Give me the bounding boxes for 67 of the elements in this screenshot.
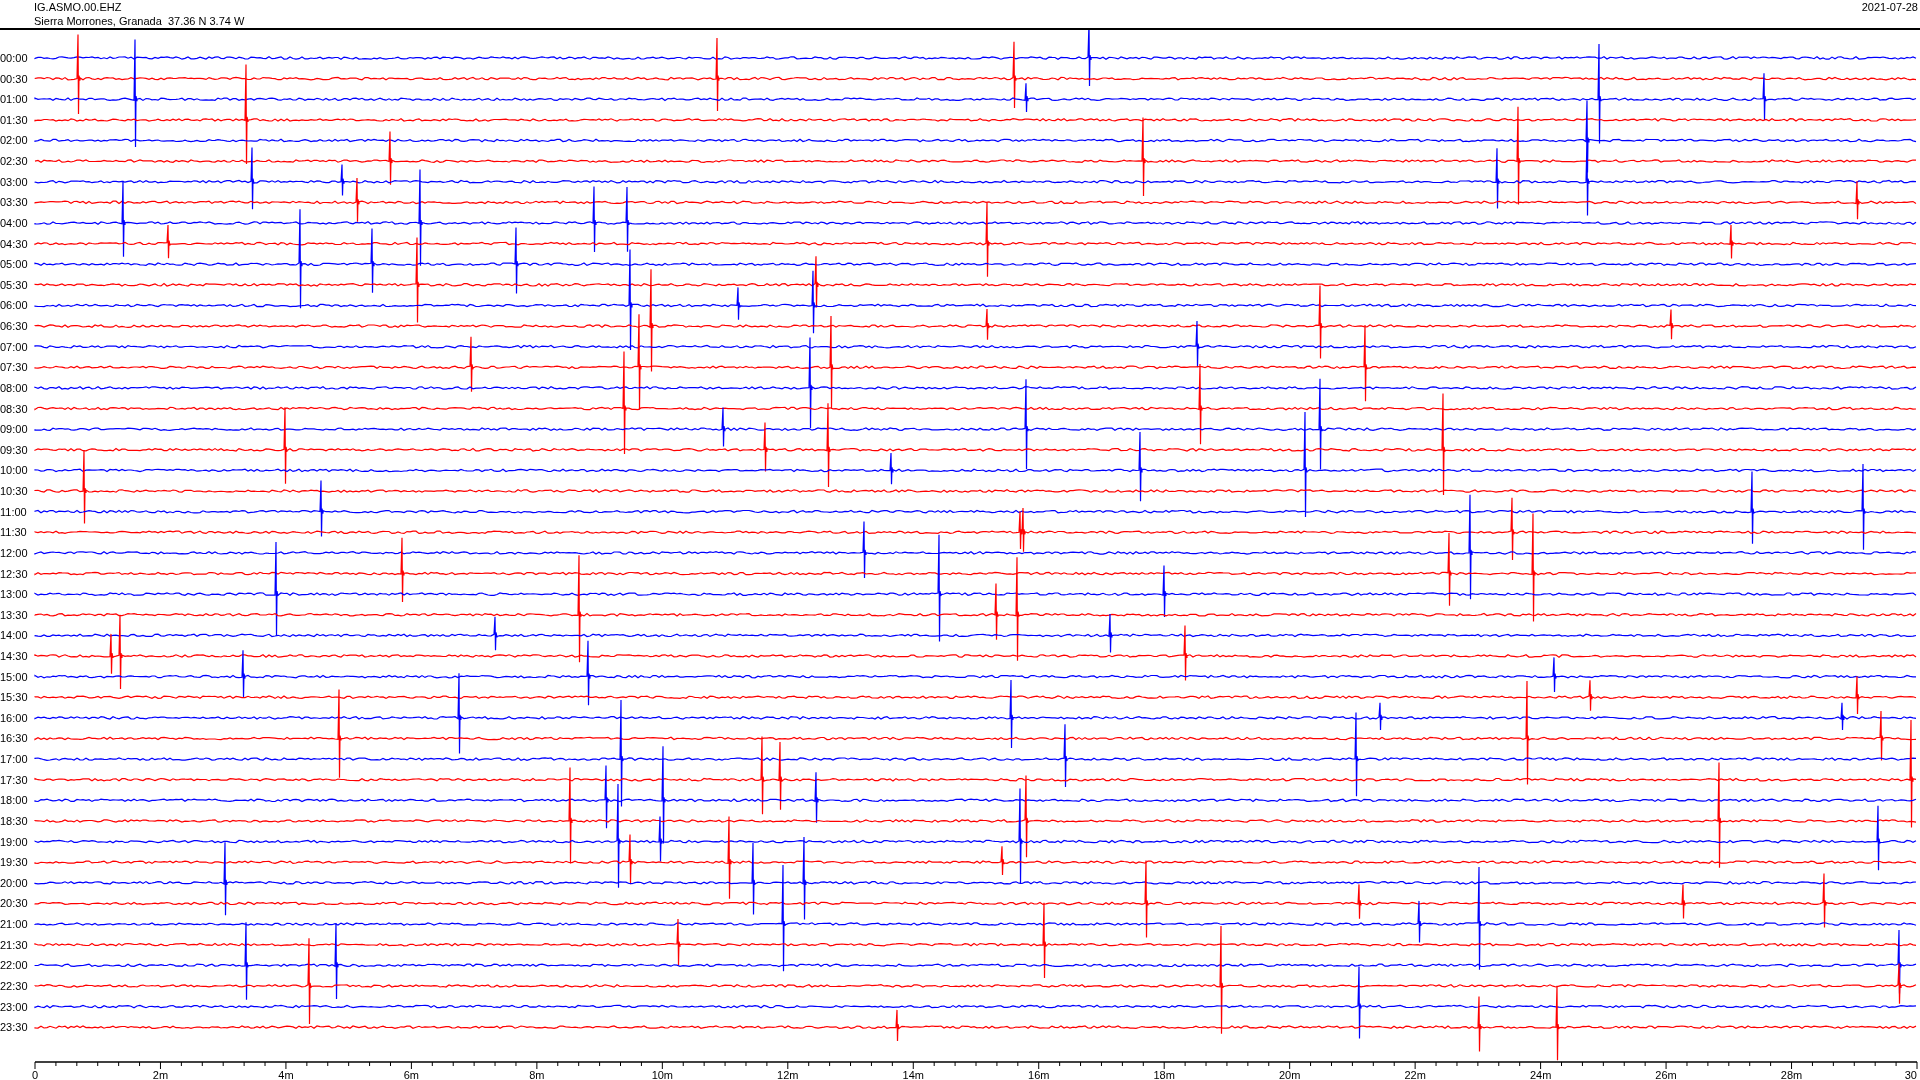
row-time-label: 09:30: [0, 443, 28, 456]
row-time-label: 18:00: [0, 794, 28, 807]
row-time-label: 17:30: [0, 773, 28, 786]
row-time-label: 00:30: [0, 72, 28, 85]
row-time-label: 15:00: [0, 670, 28, 683]
x-axis-label: 10m: [651, 1069, 674, 1080]
row-time-label: 07:30: [0, 361, 28, 374]
row-time-label: 19:30: [0, 856, 28, 869]
row-time-label: 13:30: [0, 608, 28, 621]
x-axis-label: 12m: [777, 1069, 799, 1080]
row-time-label: 21:00: [0, 918, 28, 931]
row-time-label: 05:00: [0, 258, 28, 271]
plot-date: 2021-07-28: [1861, 0, 1918, 14]
x-axis-label: 0: [31, 1069, 39, 1080]
row-time-label: 03:00: [0, 175, 28, 188]
row-time-label: 06:30: [0, 320, 28, 333]
row-time-label: 04:00: [0, 216, 28, 229]
row-time-label: 09:00: [0, 423, 28, 436]
row-time-label: 14:00: [0, 629, 28, 642]
row-time-label: 10:30: [0, 485, 28, 497]
row-time-label: 10:00: [0, 464, 28, 477]
row-time-label: 23:30: [0, 1021, 28, 1034]
row-time-label: 20:30: [0, 897, 28, 910]
row-time-label: 17:00: [0, 753, 28, 766]
row-time-label: 19:00: [0, 835, 28, 848]
row-time-label: 12:00: [0, 546, 28, 559]
row-time-label: 11:00: [0, 505, 27, 518]
row-time-label: 05:30: [0, 278, 28, 291]
x-axis-label: 30: [1904, 1069, 1917, 1080]
row-time-label: 08:00: [0, 381, 28, 394]
x-axis-label: 18m: [1153, 1069, 1175, 1080]
row-time-label: 18:30: [0, 814, 28, 827]
row-time-label: 11:30: [0, 526, 27, 539]
x-axis-label: 6m: [403, 1069, 420, 1080]
x-axis-label: 4m: [278, 1069, 294, 1080]
row-time-label: 02:00: [0, 134, 28, 147]
row-time-label: 22:00: [0, 959, 28, 972]
row-time-label: 06:00: [0, 299, 28, 312]
station-code: IG.ASMO.00.EHZ: [34, 0, 123, 14]
row-time-label: 16:30: [0, 732, 28, 745]
row-time-label: 16:00: [0, 711, 28, 724]
row-time-label: 00:00: [0, 52, 28, 64]
row-time-label: 15:30: [0, 691, 28, 704]
station-location: Sierra Morrones, Granada 37.36 N 3.74 W: [34, 14, 245, 28]
x-axis-label: 16m: [1028, 1069, 1050, 1080]
row-time-label: 01:00: [0, 93, 28, 106]
x-axis-label: 24m: [1529, 1069, 1552, 1080]
row-time-label: 07:00: [0, 340, 28, 353]
x-axis-label: 22m: [1404, 1069, 1426, 1080]
row-time-label: 23:00: [0, 1000, 28, 1013]
x-axis-label: 8m: [529, 1069, 545, 1080]
x-axis-label: 26m: [1655, 1069, 1677, 1080]
x-axis-label: 14m: [902, 1069, 924, 1080]
x-axis-label: 2m: [152, 1069, 169, 1080]
row-time-label: 03:30: [0, 196, 28, 209]
row-time-label: 04:30: [0, 237, 28, 250]
row-time-label: 22:30: [0, 979, 28, 992]
row-time-label: 02:30: [0, 155, 28, 168]
row-time-label: 08:30: [0, 402, 28, 415]
row-time-label: 13:00: [0, 588, 28, 601]
x-axis-label: 20m: [1278, 1069, 1301, 1080]
row-time-label: 21:30: [0, 938, 28, 951]
row-time-label: 12:30: [0, 567, 28, 580]
row-time-label: 14:30: [0, 650, 28, 662]
row-time-label: 01:30: [0, 113, 28, 126]
row-time-label: 20:00: [0, 876, 28, 889]
x-axis-label: 28m: [1780, 1069, 1803, 1080]
